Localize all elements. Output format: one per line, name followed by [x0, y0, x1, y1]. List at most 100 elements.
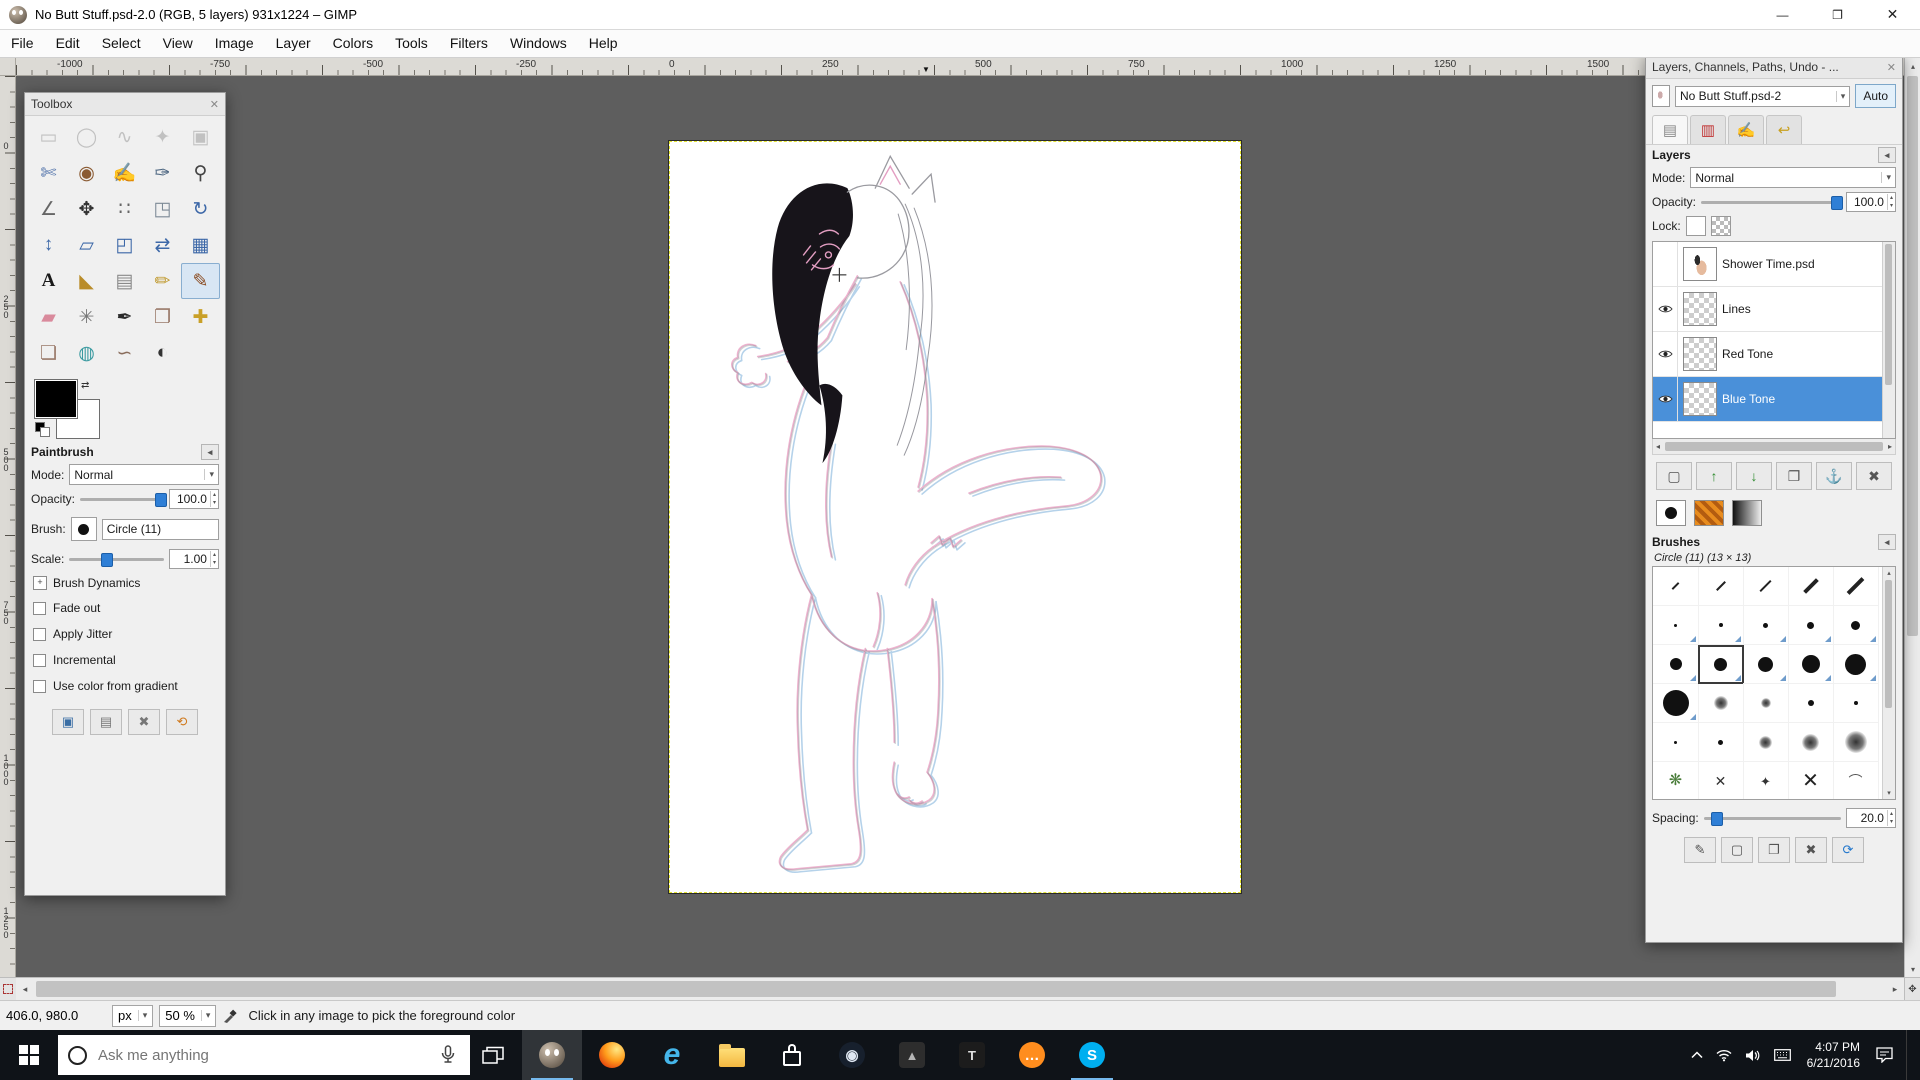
tool-heal[interactable]: ✚ — [181, 299, 220, 335]
brush-item-29[interactable]: ⌒ — [1833, 762, 1879, 800]
scroll-down-icon[interactable]: ▾ — [1883, 787, 1895, 799]
menu-item-view[interactable]: View — [152, 30, 204, 57]
auto-follow-button[interactable]: Auto — [1855, 84, 1896, 108]
taskbar-app-chat-app[interactable]: … — [1002, 1030, 1062, 1080]
duplicate-brush-button[interactable]: ❐ — [1758, 837, 1790, 863]
spinner-arrows[interactable]: ▴▾ — [210, 551, 218, 567]
brush-item-24[interactable] — [1833, 723, 1879, 762]
brush-item-14[interactable] — [1833, 645, 1879, 684]
minimize-button[interactable]: — — [1755, 0, 1810, 30]
default-colors-icon[interactable] — [35, 422, 49, 436]
save-tool-options-button[interactable]: ▣ — [52, 709, 84, 735]
toolbox-close-icon[interactable]: ✕ — [210, 98, 219, 111]
brush-item-7[interactable] — [1743, 606, 1789, 645]
brush-item-6[interactable] — [1698, 606, 1744, 645]
taskbar-app-gimp[interactable] — [522, 1030, 582, 1080]
checkbox-incremental[interactable]: Incremental — [25, 647, 225, 673]
tool-clone[interactable]: ❐ — [143, 299, 182, 335]
taskbar-app-firefox[interactable] — [582, 1030, 642, 1080]
collapse-icon[interactable]: ◂ — [1878, 147, 1896, 163]
tool-scissors-select[interactable]: ✄ — [29, 155, 68, 191]
menu-item-image[interactable]: Image — [204, 30, 265, 57]
brush-item-22[interactable] — [1743, 723, 1789, 762]
scroll-up-icon[interactable]: ▴ — [1883, 567, 1895, 579]
ruler-corner[interactable] — [0, 58, 16, 76]
brush-item-11[interactable] — [1698, 645, 1744, 684]
layer-visibility-eye-icon[interactable] — [1653, 332, 1678, 376]
tool-airbrush[interactable]: ✳ — [67, 299, 106, 335]
tool-perspective-clone[interactable]: ❏ — [29, 335, 68, 371]
brush-item-4[interactable] — [1833, 567, 1879, 606]
layer-row-lines[interactable]: Lines — [1653, 287, 1895, 332]
brush-item-18[interactable] — [1788, 684, 1834, 723]
active-brush-selector[interactable] — [1656, 500, 1686, 526]
brush-item-2[interactable] — [1743, 567, 1789, 606]
search-input[interactable] — [96, 1046, 427, 1065]
checkbox-box[interactable] — [33, 628, 46, 641]
brush-item-15[interactable] — [1653, 684, 1699, 723]
tab-paths[interactable]: ✍ — [1728, 115, 1764, 144]
tool-shear[interactable]: ▱ — [67, 227, 106, 263]
network-wifi-icon[interactable] — [1716, 1049, 1732, 1062]
tool-crop[interactable]: ◳ — [143, 191, 182, 227]
taskbar-app-skype[interactable]: S — [1062, 1030, 1122, 1080]
menu-item-layer[interactable]: Layer — [265, 30, 322, 57]
zoom-select[interactable]: 50 % ▾ — [159, 1005, 216, 1027]
tool-flip[interactable]: ⇄ — [143, 227, 182, 263]
checkbox-use-color-from-gradient[interactable]: Use color from gradient — [25, 673, 225, 699]
checkbox-fade-out[interactable]: Fade out — [25, 595, 225, 621]
layer-thumbnail[interactable] — [1683, 337, 1717, 371]
tab-layers[interactable]: ▤ — [1652, 115, 1688, 144]
brush-item-9[interactable] — [1833, 606, 1879, 645]
vertical-scroll-thumb[interactable] — [1907, 76, 1918, 636]
menu-item-windows[interactable]: Windows — [499, 30, 578, 57]
toolbox-titlebar[interactable]: Toolbox ✕ — [25, 93, 225, 116]
spinner-arrows[interactable]: ▴▾ — [210, 491, 218, 507]
brush-item-1[interactable] — [1698, 567, 1744, 606]
active-gradient-selector[interactable] — [1732, 500, 1762, 526]
brush-item-10[interactable] — [1653, 645, 1699, 684]
brush-dynamics-expander[interactable]: + Brush Dynamics — [25, 571, 225, 595]
delete-layer-button[interactable]: ✖ — [1856, 462, 1892, 490]
tool-align[interactable]: ∷ — [105, 191, 144, 227]
anchor-layer-button[interactable]: ⚓ — [1816, 462, 1852, 490]
spinner-arrows[interactable]: ▴▾ — [1887, 194, 1895, 210]
tool-ink[interactable]: ✒ — [105, 299, 144, 335]
taskbar-app-app-tower[interactable]: ▲ — [882, 1030, 942, 1080]
tool-foreground-select[interactable]: ◉ — [67, 155, 106, 191]
tool-blur-sharpen[interactable]: ◍ — [67, 335, 106, 371]
layers-dialog-close-icon[interactable]: ✕ — [1887, 61, 1896, 74]
lock-pixels-toggle[interactable] — [1686, 216, 1706, 236]
hidden-icons-chevron-icon[interactable] — [1691, 1051, 1703, 1059]
brush-item-13[interactable] — [1788, 645, 1834, 684]
maximize-button[interactable]: ❐ — [1810, 0, 1865, 30]
layer-visibility-eye-icon[interactable] — [1653, 377, 1678, 421]
spinner-arrows[interactable]: ▴▾ — [1887, 810, 1895, 826]
brush-item-3[interactable] — [1788, 567, 1834, 606]
image-canvas[interactable] — [669, 141, 1241, 893]
tool-text[interactable]: A — [29, 263, 68, 299]
brush-item-16[interactable] — [1698, 684, 1744, 723]
layer-row-blue-tone[interactable]: Blue Tone — [1653, 377, 1895, 422]
show-desktop-button[interactable] — [1906, 1030, 1912, 1080]
brush-item-19[interactable] — [1833, 684, 1879, 723]
opacity-spinbox[interactable]: 100.0 ▴▾ — [169, 489, 219, 509]
tool-rectangle-select[interactable]: ▭ — [29, 119, 68, 155]
tool-blend[interactable]: ▤ — [105, 263, 144, 299]
touch-keyboard-icon[interactable] — [1774, 1049, 1791, 1061]
tab-undo-history[interactable]: ↩ — [1766, 115, 1802, 144]
tool-pencil[interactable]: ✏ — [143, 263, 182, 299]
scroll-right-icon[interactable]: ▸ — [1886, 978, 1904, 1000]
task-view-button[interactable] — [470, 1030, 516, 1080]
checkbox-box[interactable] — [33, 680, 46, 693]
menu-item-select[interactable]: Select — [91, 30, 152, 57]
tab-channels[interactable]: ▥ — [1690, 115, 1726, 144]
brush-item-26[interactable]: ✕ — [1698, 762, 1744, 800]
brush-item-27[interactable]: ✦ — [1743, 762, 1789, 800]
brush-select[interactable]: Circle (11) — [102, 519, 219, 540]
tool-smudge[interactable]: ∽ — [105, 335, 144, 371]
menu-item-edit[interactable]: Edit — [45, 30, 91, 57]
active-pattern-selector[interactable] — [1694, 500, 1724, 526]
scroll-down-icon[interactable]: ▾ — [1905, 961, 1920, 977]
spacing-slider[interactable] — [1704, 811, 1841, 825]
